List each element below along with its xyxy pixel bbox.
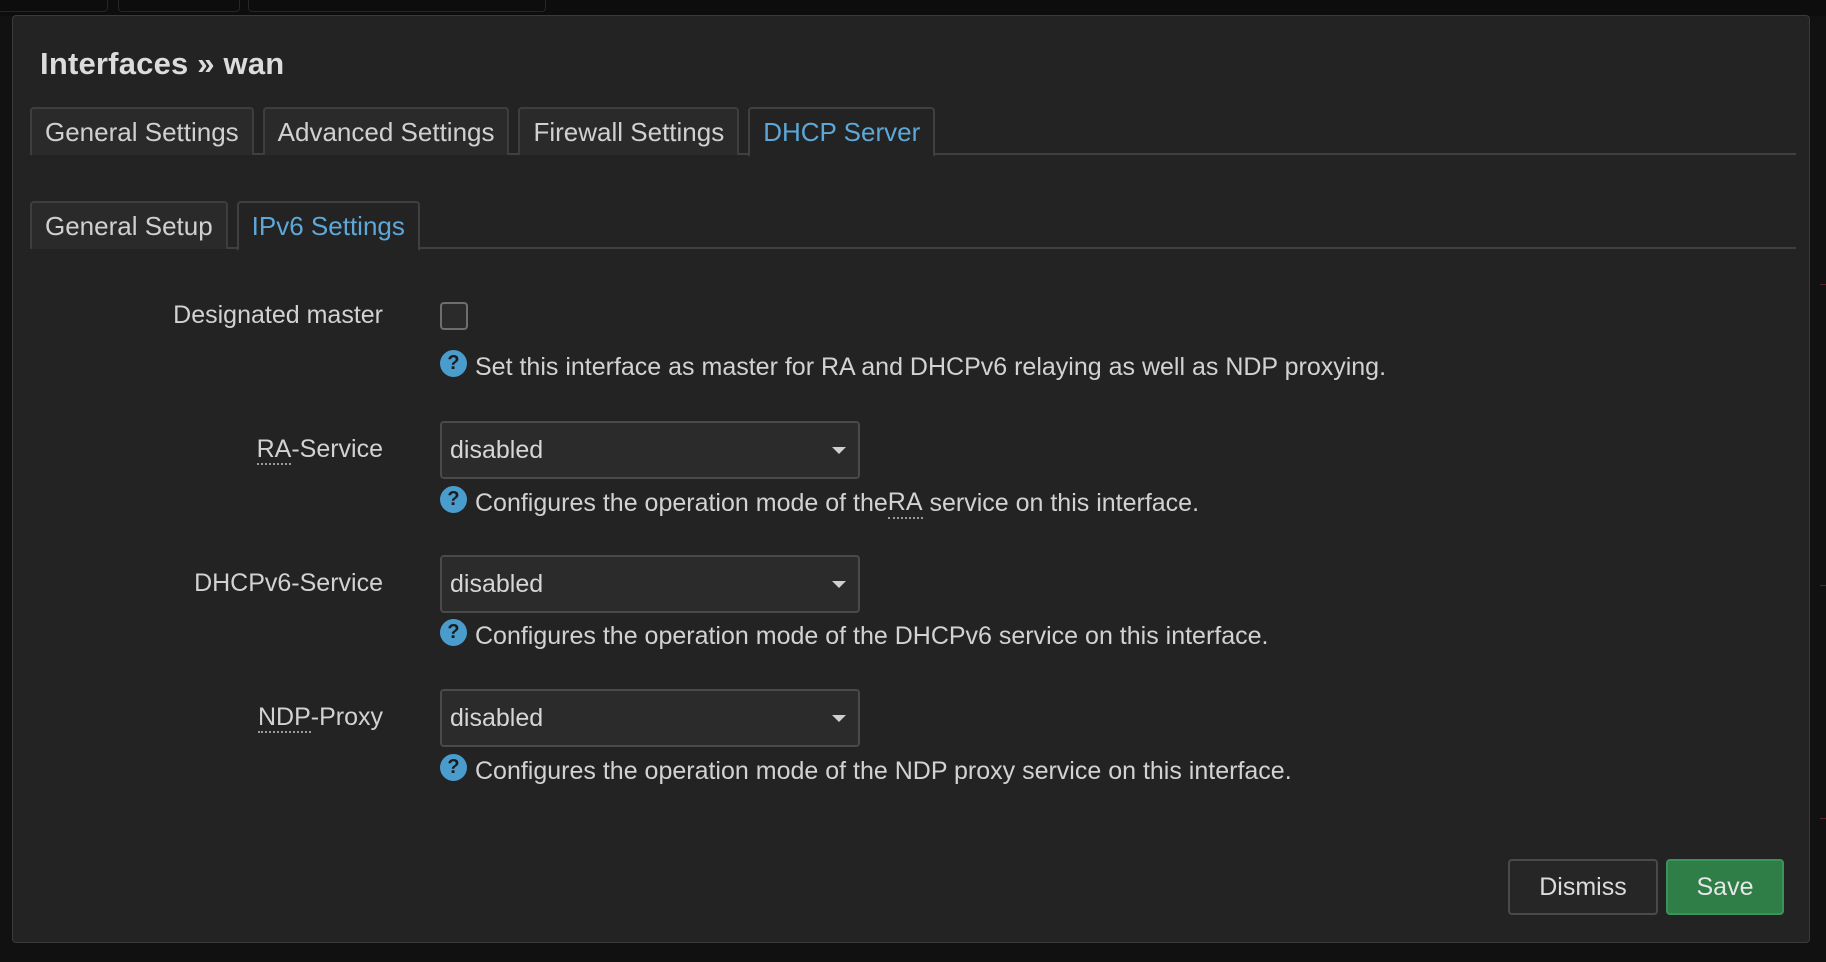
tab-ipv6-settings[interactable]: IPv6 Settings [236,201,420,251]
modal-title: Interfaces » wan [40,46,285,81]
help-text: Configures the operation mode of the [475,489,888,517]
ra-service-help: ? Configures the operation mode of the R… [440,486,1200,519]
help-text: Configures the operation mode of the DHC… [475,622,1269,650]
chevron-down-icon [832,447,846,454]
tab-dhcp-server[interactable]: DHCP Server [748,107,936,157]
background-edge-mark [1820,284,1826,285]
main-tab-bar: General Settings Advanced Settings Firew… [30,107,1796,157]
select-value: disabled [450,569,544,598]
ndp-proxy-select[interactable]: disabled [440,689,860,747]
designated-master-label: Designated master [173,301,383,329]
label-text: -Proxy [310,703,383,731]
background-page [0,0,1826,16]
tab-advanced-settings[interactable]: Advanced Settings [262,107,510,155]
help-text: service on this interface. [922,489,1200,517]
ra-abbreviation: RA [887,488,923,519]
ndp-proxy-help: ? Configures the operation mode of the N… [440,754,1292,786]
background-edge-mark [1820,818,1826,819]
help-icon: ? [440,754,467,781]
designated-master-checkbox[interactable] [440,302,468,330]
dhcpv6-service-label: DHCPv6-Service [194,569,383,597]
tab-general-settings[interactable]: General Settings [30,107,254,155]
sub-tab-bar: General Setup IPv6 Settings [30,201,1796,251]
ra-service-select[interactable]: disabled [440,421,860,479]
select-value: disabled [450,703,544,732]
help-icon: ? [440,350,467,377]
dhcpv6-service-select[interactable]: disabled [440,555,860,613]
background-edge-mark [1820,585,1826,586]
help-text: Set this interface as master for RA and … [475,353,1387,381]
label-text: -Service [291,435,383,463]
dhcpv6-service-help: ? Configures the operation mode of the D… [440,619,1269,651]
help-text: Configures the operation mode of the NDP… [475,757,1292,785]
designated-master-help: ? Set this interface as master for RA an… [440,350,1387,382]
tab-general-setup[interactable]: General Setup [30,201,228,249]
ra-abbreviation: RA [256,435,292,465]
ra-service-label: RA-Service [256,435,383,465]
background-tab [118,0,240,12]
help-icon: ? [440,486,467,513]
chevron-down-icon [832,581,846,588]
chevron-down-icon [832,715,846,722]
background-tab [0,0,108,12]
select-value: disabled [450,435,544,464]
background-tab [248,0,546,12]
ndp-proxy-label: NDP-Proxy [257,703,383,733]
help-icon: ? [440,619,467,646]
dismiss-button[interactable]: Dismiss [1508,859,1658,915]
tab-firewall-settings[interactable]: Firewall Settings [518,107,740,155]
ndp-abbreviation: NDP [257,703,311,733]
interface-edit-modal: Interfaces » wan General Settings Advanc… [12,15,1810,943]
save-button[interactable]: Save [1666,859,1784,915]
